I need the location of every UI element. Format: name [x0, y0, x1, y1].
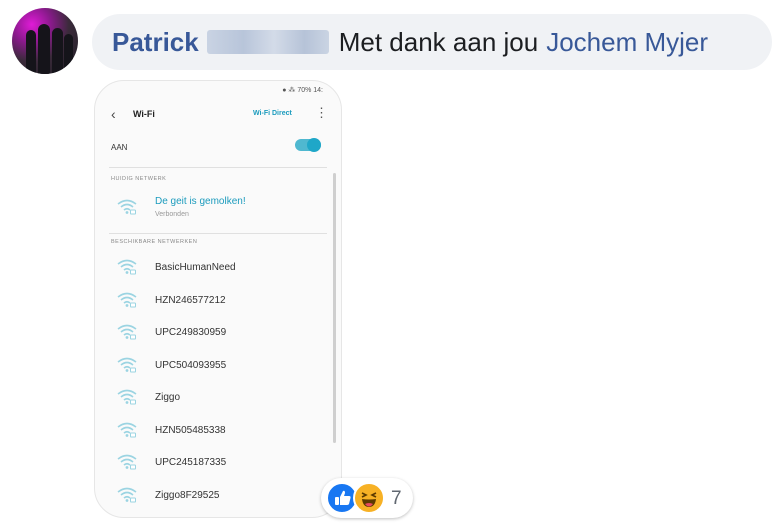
network-name: Ziggo	[155, 392, 181, 403]
redacted-surname	[206, 30, 329, 54]
status-bar: ● ⁂ 70% 14:	[282, 87, 323, 94]
wifi-locked-icon	[117, 454, 137, 470]
divider	[109, 167, 327, 168]
wifi-locked-icon	[117, 422, 137, 437]
network-item: UPC249830959	[95, 318, 335, 350]
wifi-locked-icon	[117, 259, 137, 275]
network-item: HZN246577212	[95, 286, 335, 318]
haha-icon	[353, 482, 385, 514]
reactions-summary[interactable]: 7	[321, 478, 413, 518]
current-network-status: Verbonden	[155, 211, 189, 218]
current-network-item: De geit is gemolken! Verbonden	[95, 193, 335, 225]
comment-author[interactable]: Patrick	[112, 27, 199, 58]
network-name: UPC245187335	[155, 457, 227, 468]
current-network-name: De geit is gemolken!	[155, 196, 246, 207]
wifi-locked-icon	[117, 292, 137, 307]
wifi-icon	[117, 199, 137, 215]
comment-mention[interactable]: Jochem Myjer	[546, 27, 708, 58]
network-name: BasicHumanNeed	[155, 262, 236, 273]
wifi-toggle	[295, 138, 321, 152]
more-options-icon: ⋮	[315, 105, 328, 120]
reaction-count: 7	[391, 488, 402, 509]
comment-text: Met dank aan jou	[338, 26, 539, 57]
avatar[interactable]	[12, 8, 78, 74]
network-name: UPC249830959	[155, 327, 227, 338]
comment-bubble: Patrick Met dank aan jou Jochem Myjer	[92, 14, 772, 70]
section-available-networks: BESCHIKBARE NETWERKEN	[111, 239, 198, 245]
section-current-network: HUIDIG NETWERK	[111, 176, 167, 182]
wifi-screenshot[interactable]: ● ⁂ 70% 14: ‹ Wi-Fi Wi-Fi Direct ⋮ AAN H…	[94, 80, 342, 518]
back-arrow-icon: ‹	[111, 106, 116, 122]
network-item: HZN505485338	[95, 416, 335, 448]
wifi-locked-icon	[117, 324, 137, 340]
network-item: UPC245187335	[95, 448, 335, 480]
network-item: Ziggo8F29525	[95, 481, 335, 513]
network-name: HZN505485338	[155, 424, 226, 436]
wifi-locked-icon	[117, 487, 137, 502]
network-name: HZN246577212	[155, 294, 226, 306]
wifi-locked-icon	[117, 389, 137, 405]
wifi-locked-icon	[117, 357, 137, 372]
wifi-toggle-label: AAN	[111, 143, 128, 152]
network-name: UPC504093955	[155, 359, 227, 371]
network-item: UPC504093955	[95, 351, 335, 383]
divider	[109, 233, 327, 234]
network-item: Ziggo	[95, 383, 335, 415]
wifi-direct-link: Wi-Fi Direct	[253, 110, 292, 117]
network-name: Ziggo8F29525	[155, 489, 220, 501]
screen-title: Wi-Fi	[133, 109, 155, 119]
network-item: BasicHumanNeed	[95, 253, 335, 285]
